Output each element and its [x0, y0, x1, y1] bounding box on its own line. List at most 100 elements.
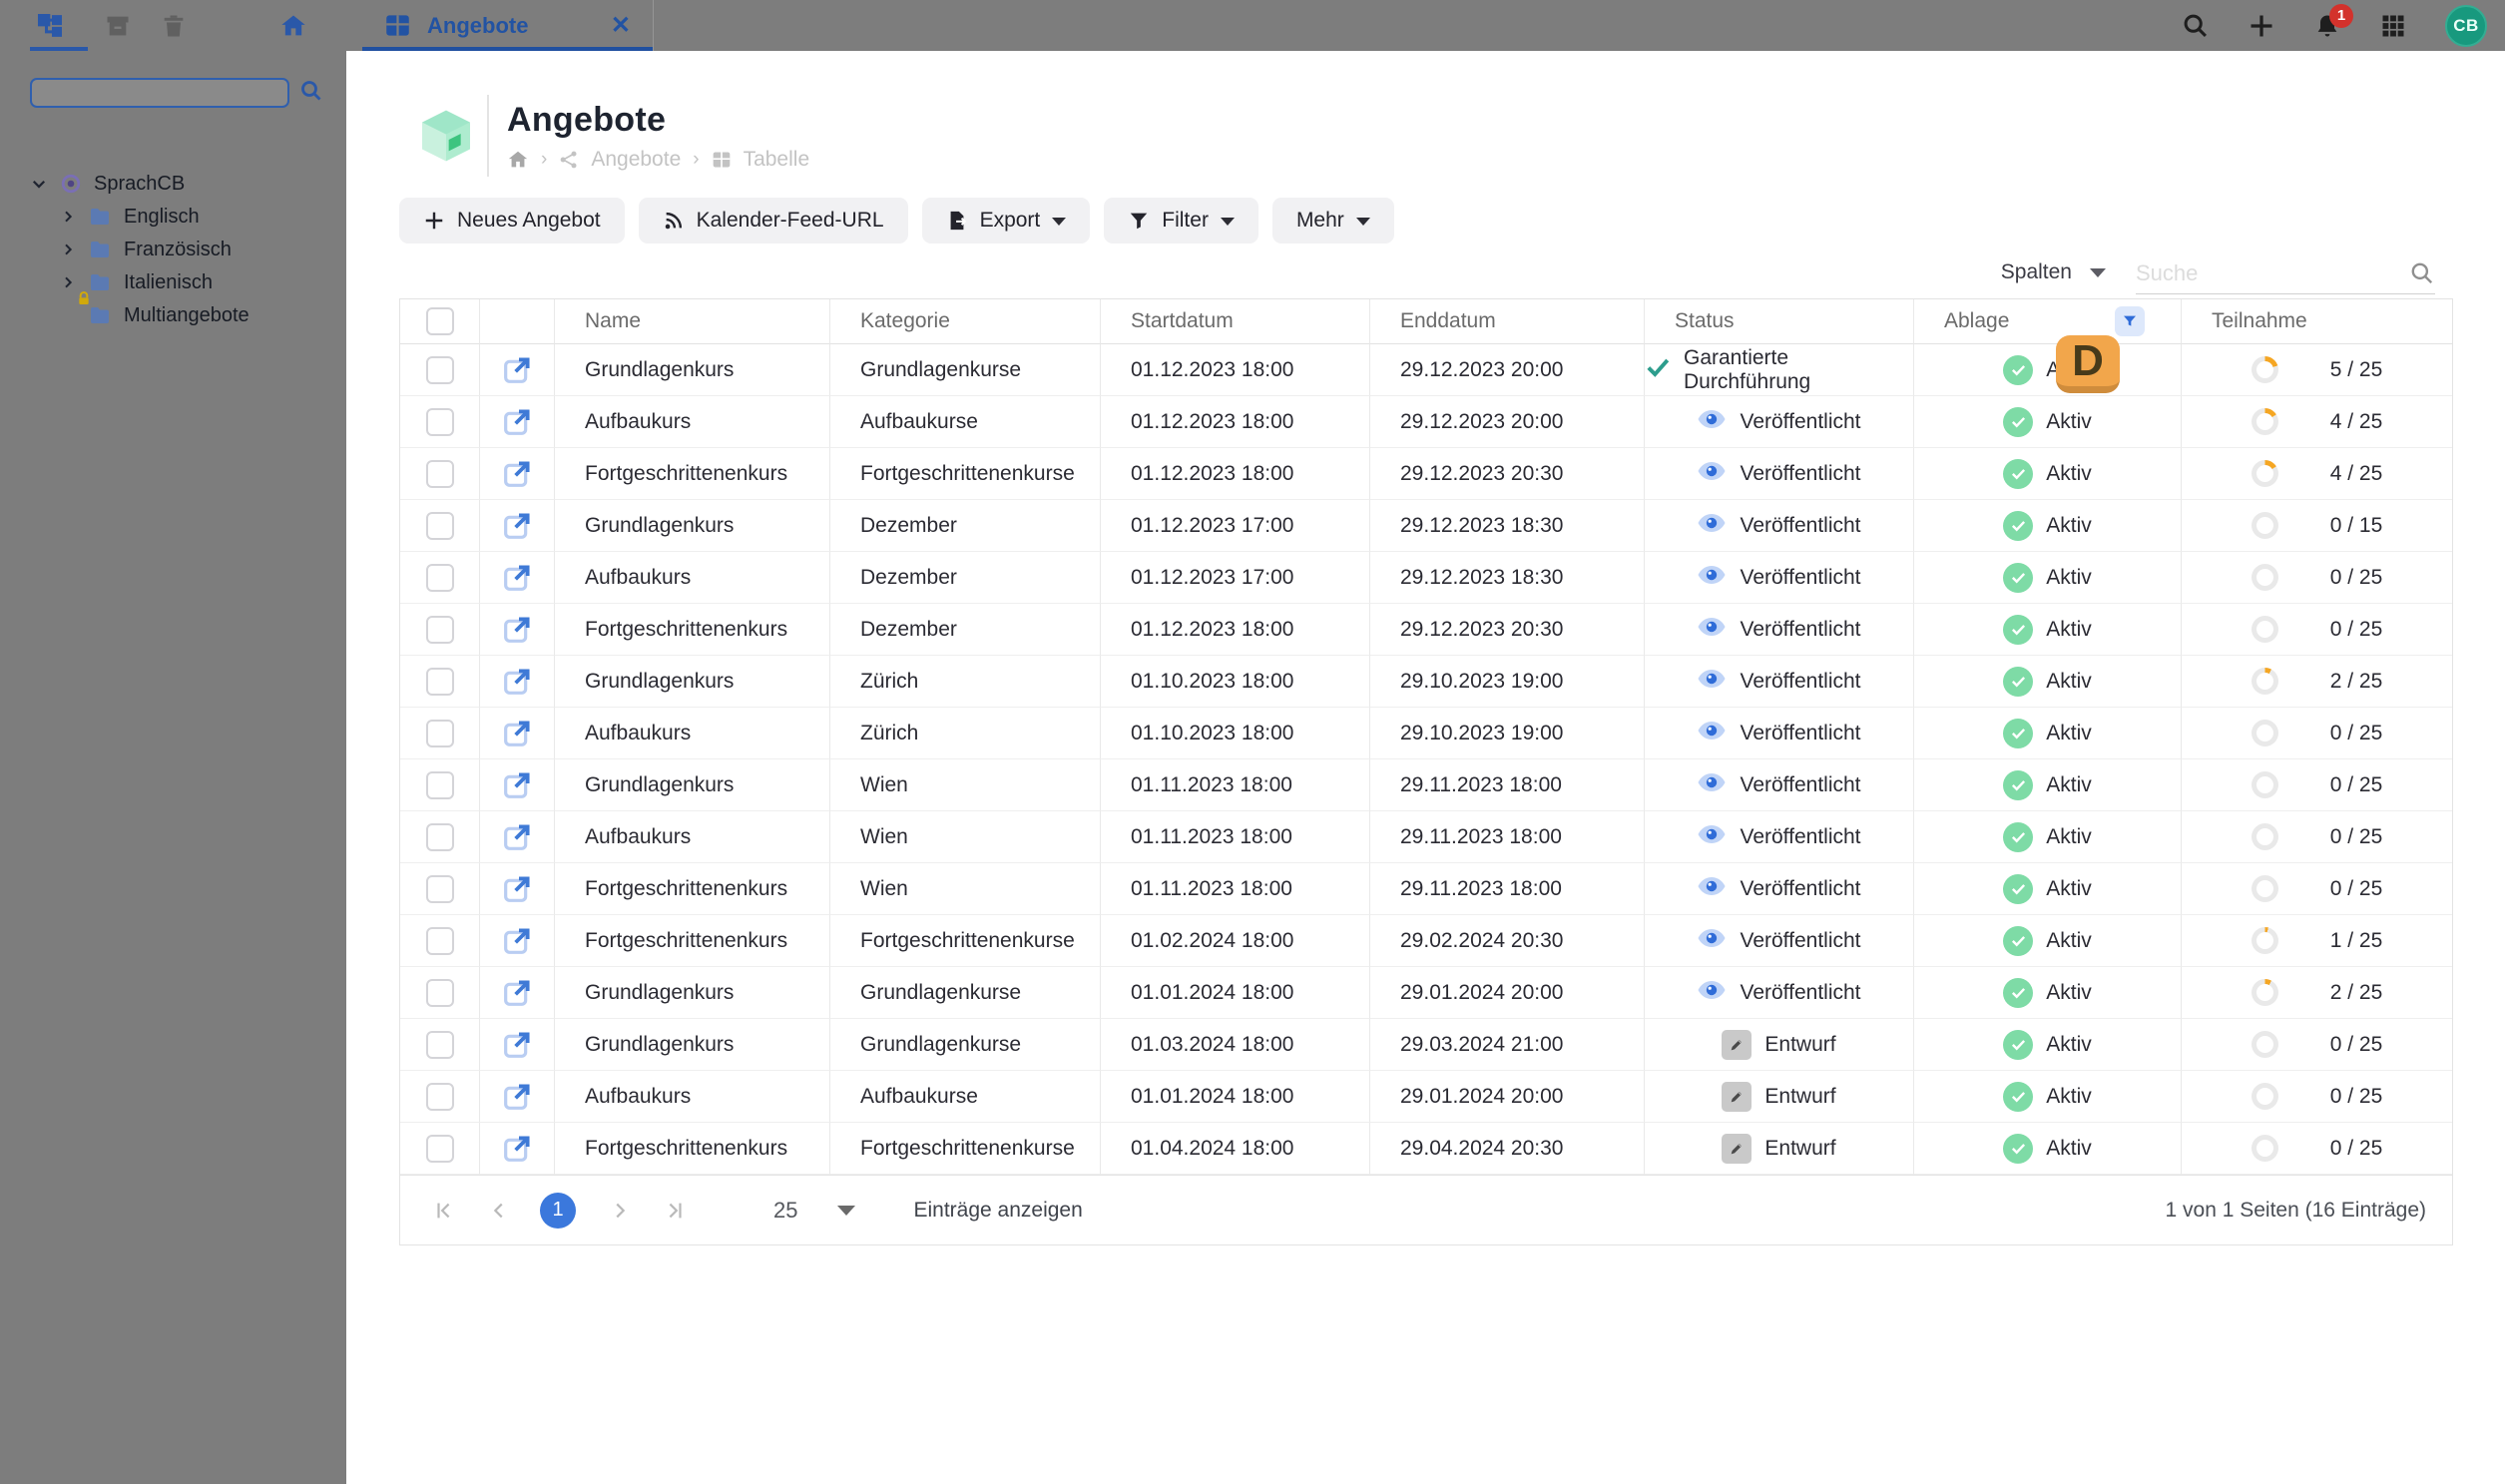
row-checkbox[interactable]	[425, 563, 454, 592]
apps-grid-icon[interactable]	[2379, 12, 2407, 40]
notification-badge: 1	[2329, 3, 2353, 28]
trash-icon[interactable]	[160, 12, 188, 40]
chevron-right-icon[interactable]	[60, 209, 76, 225]
table-row[interactable]: Grundlagenkurs Zürich 01.10.2023 18:00 2…	[400, 656, 2452, 708]
tree-item-root[interactable]: SprachCB	[30, 167, 185, 201]
current-page-button[interactable]: 1	[540, 1192, 576, 1229]
page-size-caret-icon[interactable]	[837, 1205, 856, 1216]
open-record-icon[interactable]	[501, 1029, 533, 1061]
tree-view-icon[interactable]	[36, 12, 64, 40]
table-row[interactable]: Aufbaukurs Aufbaukurse 01.12.2023 18:00 …	[400, 396, 2452, 448]
row-checkbox[interactable]	[425, 770, 454, 799]
open-record-icon[interactable]	[501, 873, 533, 905]
table-row[interactable]: Fortgeschrittenenkurs Wien 01.11.2023 18…	[400, 863, 2452, 915]
tree-item-multiangebote[interactable]: Multiangebote	[79, 291, 250, 332]
home-icon[interactable]	[279, 12, 307, 40]
next-page-icon[interactable]	[609, 1200, 631, 1222]
header-status[interactable]: Status	[1645, 299, 1914, 344]
open-record-icon[interactable]	[501, 510, 533, 542]
row-checkbox[interactable]	[425, 615, 454, 644]
open-record-icon[interactable]	[501, 769, 533, 801]
open-record-icon[interactable]	[501, 562, 533, 594]
breadcrumb-item[interactable]: Angebote	[591, 148, 681, 172]
row-checkbox[interactable]	[425, 874, 454, 903]
export-button[interactable]: Export	[921, 198, 1091, 244]
row-checkbox[interactable]	[425, 667, 454, 696]
table-row[interactable]: Grundlagenkurs Dezember 01.12.2023 17:00…	[400, 500, 2452, 552]
open-record-icon[interactable]	[501, 821, 533, 853]
row-checkbox[interactable]	[425, 978, 454, 1007]
prev-page-icon[interactable]	[488, 1200, 510, 1222]
archive-icon[interactable]	[104, 12, 132, 40]
user-avatar[interactable]: CB	[2445, 4, 2487, 47]
columns-dropdown[interactable]: Spalten	[2001, 260, 2106, 284]
table-row[interactable]: Grundlagenkurs Wien 01.11.2023 18:00 29.…	[400, 759, 2452, 811]
table-row[interactable]: Grundlagenkurs Grundlagenkurse 01.01.202…	[400, 967, 2452, 1019]
table-row[interactable]: Aufbaukurs Zürich 01.10.2023 18:00 29.10…	[400, 708, 2452, 759]
open-record-icon[interactable]	[501, 1081, 533, 1113]
tab-angebote[interactable]: Angebote ✕	[362, 0, 654, 51]
ablage-label: Aktiv	[2046, 617, 2092, 641]
tree-item-franzoesisch[interactable]: Französisch	[60, 233, 232, 266]
open-record-icon[interactable]	[501, 718, 533, 749]
table-row[interactable]: Fortgeschrittenenkurs Fortgeschrittenenk…	[400, 1123, 2452, 1175]
header-ablage[interactable]: Ablage	[1914, 299, 2182, 344]
table-row[interactable]: Fortgeschrittenenkurs Fortgeschrittenenk…	[400, 915, 2452, 967]
table-row[interactable]: Fortgeschrittenenkurs Fortgeschrittenenk…	[400, 448, 2452, 500]
home-breadcrumb-icon[interactable]	[507, 149, 529, 171]
open-record-icon[interactable]	[501, 977, 533, 1009]
sidebar-search-input[interactable]	[30, 78, 289, 108]
table-row[interactable]: Aufbaukurs Wien 01.11.2023 18:00 29.11.2…	[400, 811, 2452, 863]
table-row[interactable]: Grundlagenkurs Grundlagenkurse 01.12.202…	[400, 344, 2452, 396]
open-record-icon[interactable]	[501, 1133, 533, 1165]
row-checkbox[interactable]	[425, 407, 454, 436]
open-record-icon[interactable]	[501, 458, 533, 490]
row-checkbox[interactable]	[425, 511, 454, 540]
button-label: Filter	[1162, 209, 1209, 232]
open-record-icon[interactable]	[501, 406, 533, 438]
header-startdatum[interactable]: Startdatum	[1101, 299, 1370, 344]
header-teilnahme[interactable]: Teilnahme	[2182, 299, 2452, 344]
select-all-checkbox[interactable]	[425, 307, 454, 335]
table-row[interactable]: Fortgeschrittenenkurs Dezember 01.12.202…	[400, 604, 2452, 656]
tab-close-icon[interactable]: ✕	[611, 11, 631, 40]
sidebar-search-icon[interactable]	[299, 79, 323, 103]
header-enddatum[interactable]: Enddatum	[1370, 299, 1645, 344]
more-button[interactable]: Mehr	[1271, 198, 1394, 244]
column-filter-active-icon[interactable]	[2115, 306, 2145, 336]
header-name[interactable]: Name	[555, 299, 830, 344]
table-search-input[interactable]	[2136, 254, 2391, 292]
last-page-icon[interactable]	[664, 1200, 686, 1222]
table-row[interactable]: Aufbaukurs Aufbaukurse 01.01.2024 18:00 …	[400, 1071, 2452, 1123]
chevron-down-icon[interactable]	[30, 175, 48, 193]
global-search-icon[interactable]	[2182, 12, 2210, 40]
row-checkbox[interactable]	[425, 459, 454, 488]
chevron-right-icon[interactable]	[60, 242, 76, 257]
filter-button[interactable]: Filter	[1104, 198, 1258, 244]
tree-item-englisch[interactable]: Englisch	[60, 200, 200, 234]
row-checkbox[interactable]	[425, 1082, 454, 1111]
open-record-icon[interactable]	[501, 666, 533, 698]
row-checkbox[interactable]	[425, 1030, 454, 1059]
funnel-icon	[1131, 213, 1148, 230]
table-row[interactable]: Aufbaukurs Dezember 01.12.2023 17:00 29.…	[400, 552, 2452, 604]
open-record-icon[interactable]	[501, 925, 533, 957]
row-checkbox[interactable]	[425, 1134, 454, 1163]
row-checkbox[interactable]	[425, 719, 454, 747]
page-size-value[interactable]: 25	[773, 1198, 797, 1224]
notifications-bell[interactable]: 1	[2313, 3, 2353, 40]
row-checkbox[interactable]	[425, 355, 454, 384]
add-icon[interactable]	[2248, 12, 2275, 40]
calendar-feed-url-button[interactable]: Kalender-Feed-URL	[638, 198, 908, 244]
row-checkbox[interactable]	[425, 822, 454, 851]
open-record-icon[interactable]	[501, 354, 533, 386]
table-search-icon[interactable]	[2409, 260, 2435, 286]
cell-status: Veröffentlicht	[1645, 396, 1914, 448]
chevron-right-icon[interactable]	[60, 274, 76, 290]
new-offer-button[interactable]: Neues Angebot	[399, 198, 625, 244]
header-kategorie[interactable]: Kategorie	[830, 299, 1101, 344]
open-record-icon[interactable]	[501, 614, 533, 646]
table-row[interactable]: Grundlagenkurs Grundlagenkurse 01.03.202…	[400, 1019, 2452, 1071]
row-checkbox[interactable]	[425, 926, 454, 955]
first-page-icon[interactable]	[433, 1200, 455, 1222]
